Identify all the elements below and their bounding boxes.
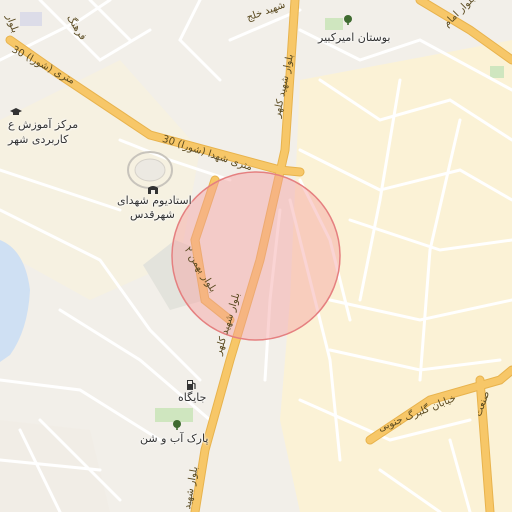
poi-label: بوستان امیرکبیر (318, 31, 391, 44)
training-center-label-1: مرکز آموزش ع (8, 118, 79, 131)
tree-icon (344, 15, 352, 25)
park-ab-shen-label: پارک آب و شن (140, 432, 209, 445)
map-canvas[interactable]: بوستان امیرکبیر مرکز آموزش ع کاربردی شهر… (0, 0, 512, 512)
fuel-pump-icon (187, 380, 196, 390)
map-base-layer (0, 0, 512, 512)
training-center-label-2: کاربردی شهر (8, 133, 69, 146)
graduation-cap-icon (10, 108, 22, 115)
stadium-label-1: استادیوم شهدای (117, 194, 192, 207)
tree-icon (173, 420, 181, 430)
gas-station-label: جایگاه (178, 391, 207, 404)
poi-park-amirkabir[interactable]: بوستان امیرکبیر (318, 14, 391, 45)
stadium-label-2: شهرقدس (130, 208, 175, 221)
